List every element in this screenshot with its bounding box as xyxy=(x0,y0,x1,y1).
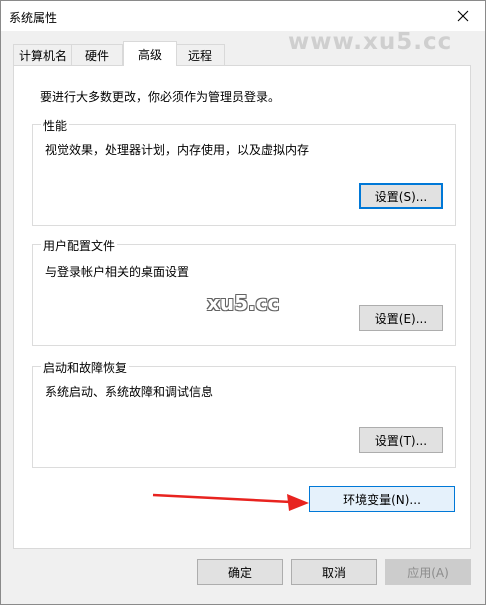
button-label: 应用(A) xyxy=(407,565,449,580)
button-label: 设置(E)... xyxy=(374,311,428,326)
window-title: 系统属性 xyxy=(9,11,58,25)
tab-label: 硬件 xyxy=(84,48,109,63)
tab-hardware[interactable]: 硬件 xyxy=(71,44,123,65)
ok-button[interactable]: 确定 xyxy=(197,559,283,585)
tab-label: 计算机名 xyxy=(18,48,67,63)
startup-recovery-group-title: 启动和故障恢复 xyxy=(41,359,130,376)
system-properties-window: 系统属性 www.xu5.cc 计算机名 硬件 高级 远程 要进行大多数更改，你… xyxy=(0,0,486,605)
startup-recovery-description: 系统启动、系统故障和调试信息 xyxy=(45,385,214,399)
user-profiles-settings-button[interactable]: 设置(E)... xyxy=(359,305,443,331)
title-bar: 系统属性 xyxy=(1,1,485,31)
cancel-button[interactable]: 取消 xyxy=(291,559,377,585)
performance-description: 视觉效果，处理器计划，内存使用，以及虚拟内存 xyxy=(45,143,310,157)
close-button[interactable] xyxy=(447,3,479,29)
watermark-middle: xu5.cc xyxy=(207,291,280,315)
tab-remote[interactable]: 远程 xyxy=(175,44,225,65)
tab-label: 远程 xyxy=(187,48,212,63)
admin-notice: 要进行大多数更改，你必须作为管理员登录。 xyxy=(40,90,281,104)
performance-settings-button[interactable]: 设置(S)... xyxy=(359,183,443,209)
apply-button[interactable]: 应用(A) xyxy=(385,559,471,585)
startup-recovery-group: 启动和故障恢复 系统启动、系统故障和调试信息 设置(T)... xyxy=(32,359,456,468)
startup-recovery-settings-button[interactable]: 设置(T)... xyxy=(359,427,443,453)
button-label: 取消 xyxy=(321,565,346,580)
red-arrow-annotation xyxy=(152,493,309,511)
user-profiles-description: 与登录帐户相关的桌面设置 xyxy=(45,265,190,279)
user-profiles-group-title: 用户配置文件 xyxy=(41,237,118,254)
close-icon xyxy=(457,10,469,22)
environment-variables-button[interactable]: 环境变量(N)... xyxy=(309,486,455,512)
button-label: 环境变量(N)... xyxy=(343,492,421,507)
button-label: 确定 xyxy=(227,565,252,580)
tab-computer-name[interactable]: 计算机名 xyxy=(13,44,73,65)
tab-label: 高级 xyxy=(137,47,162,62)
watermark-top: www.xu5.cc xyxy=(288,29,453,55)
button-label: 设置(S)... xyxy=(374,189,428,204)
performance-group-title: 性能 xyxy=(41,117,70,134)
performance-group: 性能 视觉效果，处理器计划，内存使用，以及虚拟内存 设置(S)... xyxy=(32,117,456,226)
button-label: 设置(T)... xyxy=(374,433,428,448)
tab-advanced[interactable]: 高级 xyxy=(123,41,177,66)
